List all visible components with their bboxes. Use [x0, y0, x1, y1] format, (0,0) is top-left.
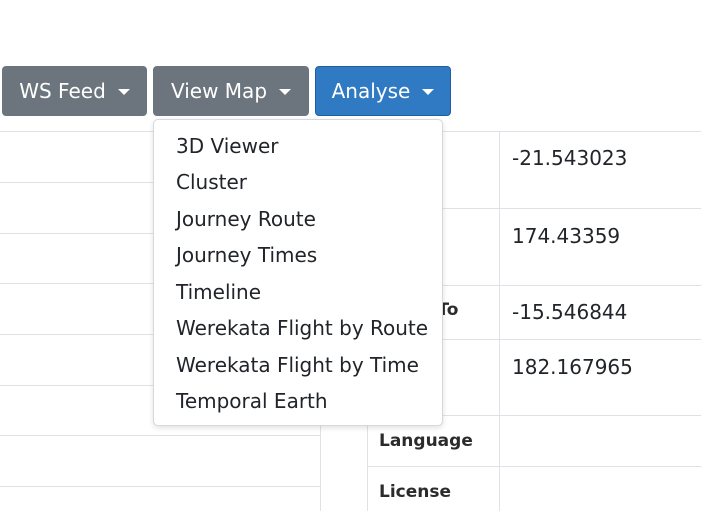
- row-label-language: Language: [379, 431, 473, 451]
- menu-item-journey-route[interactable]: Journey Route: [176, 207, 316, 231]
- menu-item-3d-viewer[interactable]: 3D Viewer: [176, 134, 278, 158]
- menu-item-timeline[interactable]: Timeline: [176, 280, 261, 304]
- row-label-license: License: [379, 482, 452, 502]
- analyse-button[interactable]: Analyse: [315, 66, 451, 116]
- caret-down-icon: [279, 89, 292, 95]
- row-value: 174.43359: [512, 224, 621, 248]
- menu-item-temporal-earth[interactable]: Temporal Earth: [176, 389, 328, 413]
- menu-item-werekata-flight-by-route[interactable]: Werekata Flight by Route: [176, 316, 428, 340]
- table-divider: [0, 486, 320, 487]
- row-value: 182.167965: [512, 355, 633, 379]
- view-map-dropdown-menu: 3D Viewer Cluster Journey Route Journey …: [153, 119, 443, 426]
- row-value: -21.543023: [512, 146, 628, 170]
- view-map-label: View Map: [170, 79, 268, 103]
- caret-down-icon: [117, 89, 130, 95]
- ws-feed-button[interactable]: WS Feed: [2, 66, 147, 116]
- menu-item-cluster[interactable]: Cluster: [176, 170, 247, 194]
- view-map-button[interactable]: View Map: [153, 66, 309, 116]
- row-value: -15.546844: [512, 300, 628, 324]
- table-divider: [499, 131, 500, 511]
- ws-feed-label: WS Feed: [19, 79, 106, 103]
- analyse-label: Analyse: [331, 79, 411, 103]
- menu-item-journey-times[interactable]: Journey Times: [176, 243, 317, 267]
- menu-item-werekata-flight-by-time[interactable]: Werekata Flight by Time: [176, 353, 419, 377]
- caret-down-icon: [422, 89, 435, 95]
- table-divider: [0, 435, 320, 436]
- table-divider: [367, 466, 701, 467]
